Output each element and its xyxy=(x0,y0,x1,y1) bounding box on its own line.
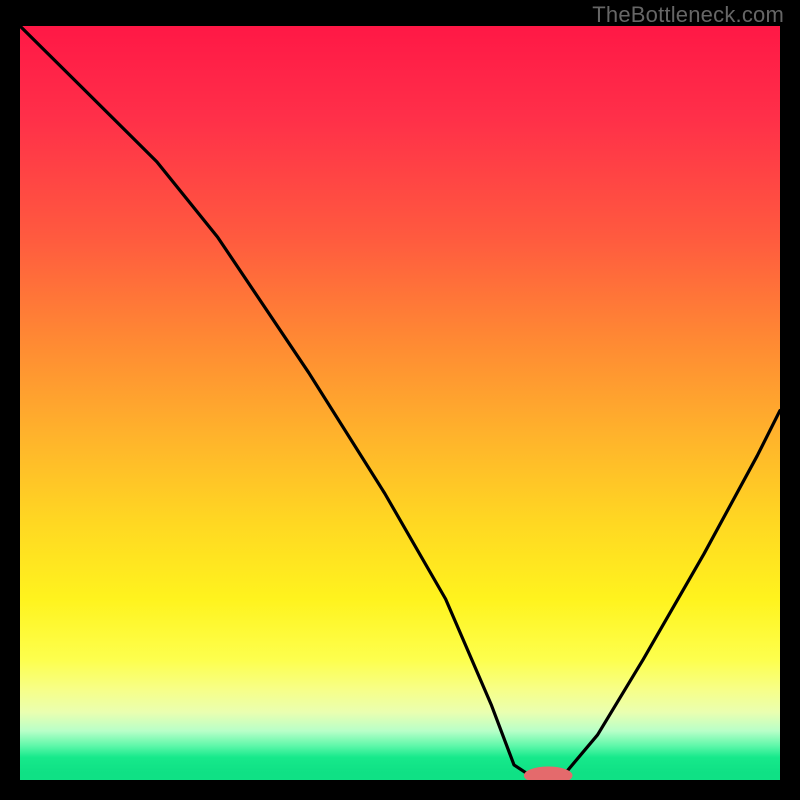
chart-frame: TheBottleneck.com xyxy=(0,0,800,800)
curve-layer xyxy=(20,26,780,780)
watermark-text: TheBottleneck.com xyxy=(592,2,784,28)
optimal-marker xyxy=(524,767,573,781)
bottleneck-curve xyxy=(20,26,780,780)
plot-area xyxy=(20,26,780,780)
